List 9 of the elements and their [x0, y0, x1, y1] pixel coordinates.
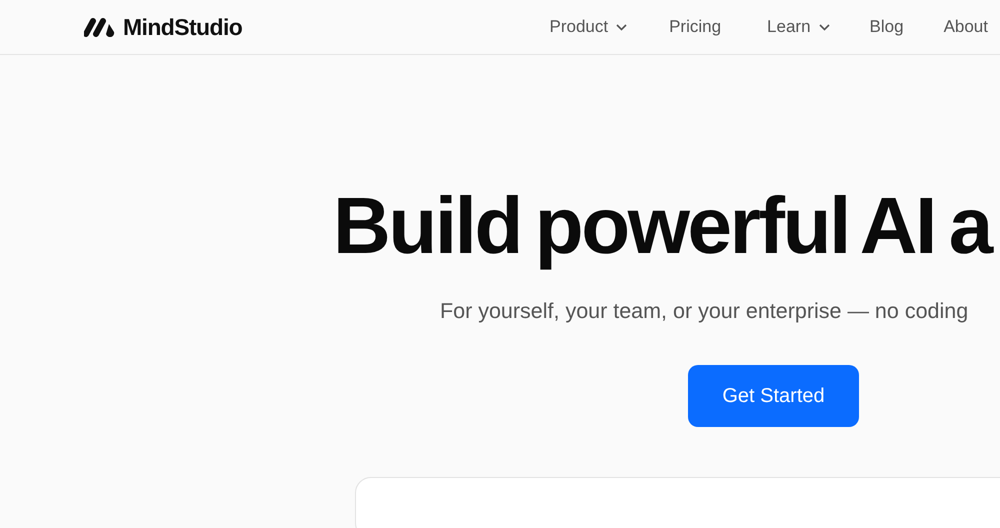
- nav-link[interactable]: Product: [549, 17, 628, 37]
- nav-link[interactable]: About: [944, 17, 988, 37]
- get-started-button[interactable]: Get Started: [688, 365, 859, 427]
- nav-link[interactable]: Pricing: [669, 17, 722, 37]
- nav-link[interactable]: Blog: [870, 17, 904, 37]
- nav-link[interactable]: Learn: [767, 17, 830, 37]
- hero-heading: Build powerful AI a: [333, 180, 991, 272]
- hero-subtitle: For yourself, your team, or your enterprise — no coding: [440, 299, 968, 324]
- logo-text[interactable]: MindStudio: [123, 14, 242, 40]
